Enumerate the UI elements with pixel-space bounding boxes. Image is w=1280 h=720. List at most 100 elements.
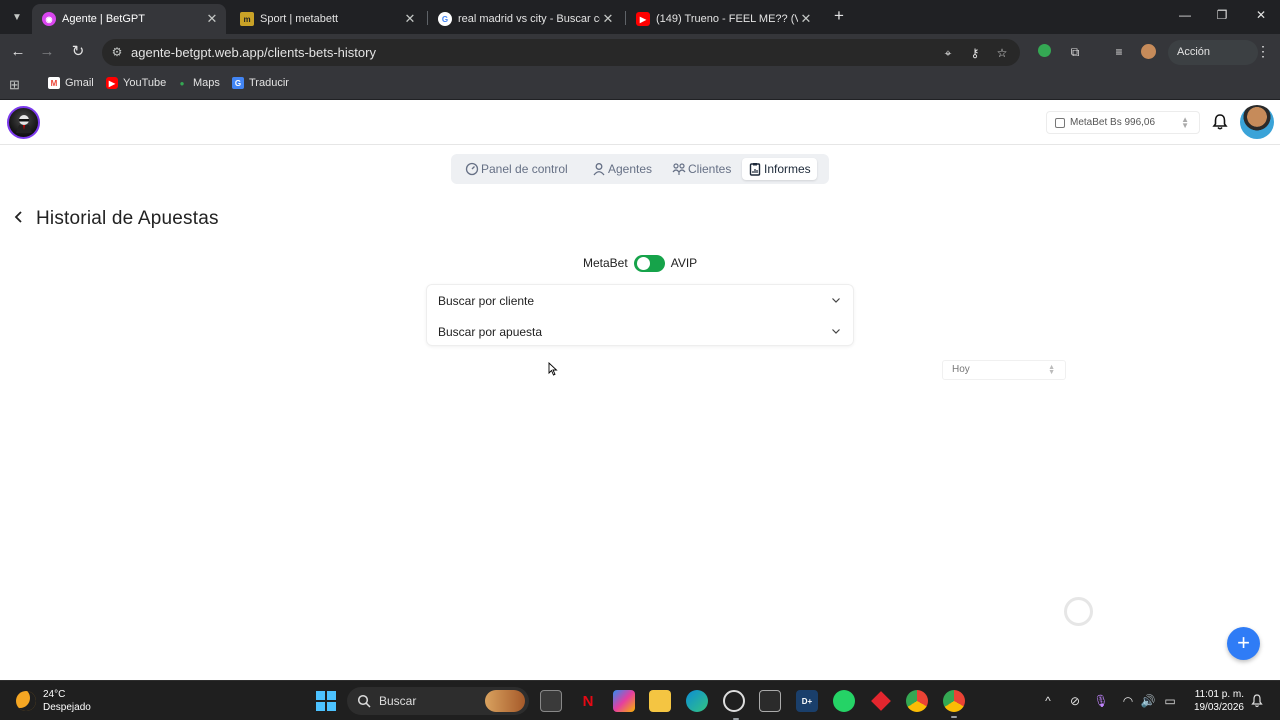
- toggle-right-label: AVIP: [670, 256, 698, 270]
- close-tab-icon[interactable]: ✕: [600, 11, 616, 27]
- youtube-favicon-icon: ▶: [636, 12, 650, 26]
- new-tab-plus-icon[interactable]: +: [830, 7, 848, 25]
- weather-widget[interactable]: 24°C Despejado: [16, 688, 91, 714]
- agent-logo-icon: [15, 114, 32, 133]
- nav-item-clientes[interactable]: Clientes: [666, 158, 737, 180]
- tab-agente-betgpt[interactable]: ◉ Agente | BetGPT ✕: [32, 4, 226, 34]
- bookmark-youtube[interactable]: ▶ YouTube: [106, 77, 166, 89]
- nav-item-agentes[interactable]: Agentes: [586, 158, 658, 180]
- toggle-knob: [636, 256, 650, 270]
- edge-browser-icon[interactable]: [686, 690, 708, 712]
- back-chevron-icon[interactable]: [12, 210, 26, 229]
- tab-search-chevron-icon[interactable]: ▼: [6, 6, 28, 28]
- address-bar[interactable]: ⚙ agente-betgpt.web.app/clients-bets-his…: [102, 39, 1020, 66]
- disney-plus-icon[interactable]: D+: [796, 690, 818, 712]
- betgpt-favicon-icon: ◉: [42, 12, 56, 26]
- nav-item-label: Agentes: [608, 162, 653, 176]
- microsoft-store-icon[interactable]: [759, 690, 781, 712]
- filter-by-bet-accordion[interactable]: Buscar por apuesta: [427, 316, 853, 347]
- task-view-icon[interactable]: [540, 690, 562, 712]
- apps-grid-icon[interactable]: ⊞: [9, 77, 20, 93]
- select-arrows-icon: ▲ ▼: [1048, 364, 1055, 376]
- red-diamond-app-icon[interactable]: [870, 690, 892, 712]
- location-pin-icon[interactable]: ⌖: [940, 45, 956, 61]
- minimize-window-icon[interactable]: —: [1175, 8, 1195, 22]
- netflix-icon[interactable]: N: [577, 690, 599, 712]
- password-key-icon[interactable]: ⚷: [967, 45, 983, 61]
- tab-title: (149) Trueno - FEEL ME?? (Vide: [656, 13, 798, 25]
- taskbar-search[interactable]: Buscar: [347, 687, 529, 715]
- date-range-select[interactable]: Hoy ▲ ▼: [942, 360, 1066, 380]
- bookmark-label: Traducir: [249, 77, 289, 89]
- settings-gear-icon[interactable]: [723, 690, 745, 720]
- bookmark-star-icon[interactable]: ☆: [994, 45, 1010, 61]
- tab-title: real madrid vs city - Buscar con: [458, 13, 600, 25]
- windows-taskbar: 24°C Despejado Buscar N D+ ^ ⊘ 🎙 ◠ 🔊 ▭ 1…: [0, 680, 1280, 720]
- app-viewport: MetaBet Bs 996,06 ▲ ▼ Panel de control Ag…: [0, 100, 1280, 680]
- close-tab-icon[interactable]: ✕: [204, 11, 220, 27]
- action-required-button[interactable]: Acción necesaria: [1168, 40, 1258, 83]
- tab-google-search[interactable]: G real madrid vs city - Buscar con ✕: [428, 4, 622, 34]
- google-favicon-icon: G: [438, 12, 452, 26]
- file-explorer-icon[interactable]: [649, 690, 671, 712]
- wallet-icon: [1055, 117, 1065, 128]
- tab-sport-metabett[interactable]: m Sport | metabett ✕: [230, 4, 424, 34]
- close-window-icon[interactable]: ✕: [1251, 8, 1271, 22]
- windows-start-icon[interactable]: [316, 691, 336, 711]
- copilot-icon[interactable]: [613, 690, 635, 712]
- tab-youtube-video[interactable]: ▶ (149) Trueno - FEEL ME?? (Vide ✕: [626, 4, 820, 34]
- show-hidden-icons-chevron-icon[interactable]: ^: [1040, 693, 1056, 709]
- network-off-icon[interactable]: ⊘: [1067, 693, 1083, 709]
- bookmark-maps[interactable]: ● Maps: [176, 77, 220, 89]
- extension-green-icon[interactable]: [1036, 44, 1052, 60]
- tab-title: Sport | metabett: [260, 13, 339, 25]
- whatsapp-icon[interactable]: [833, 690, 855, 712]
- notification-bell-icon[interactable]: [1211, 113, 1229, 131]
- microphone-icon[interactable]: 🎙: [1093, 693, 1109, 709]
- metabett-favicon-icon: m: [240, 12, 254, 26]
- platform-toggle-switch[interactable]: [633, 254, 665, 272]
- nav-item-label: Informes: [764, 162, 811, 176]
- notifications-bell-icon[interactable]: [1251, 694, 1263, 708]
- search-highlight-image: [485, 690, 525, 712]
- nav-item-label: Clientes: [688, 162, 732, 176]
- mouse-cursor-icon: [548, 362, 558, 376]
- betgpt-logo[interactable]: [7, 106, 40, 139]
- volume-icon[interactable]: 🔊: [1140, 693, 1156, 709]
- nav-item-label: Panel de control: [481, 162, 568, 176]
- close-tab-icon[interactable]: ✕: [402, 11, 418, 27]
- chrome-profile-icon[interactable]: [943, 690, 965, 718]
- dashboard-gauge-icon: [465, 162, 479, 176]
- translate-icon: G: [232, 77, 244, 89]
- app-header: MetaBet Bs 996,06 ▲ ▼: [0, 100, 1280, 145]
- battery-icon[interactable]: ▭: [1162, 693, 1178, 709]
- bookmark-traducir[interactable]: G Traducir: [232, 77, 289, 89]
- wallet-balance-selector[interactable]: MetaBet Bs 996,06 ▲ ▼: [1046, 111, 1200, 134]
- system-clock[interactable]: 11:01 p. m. 19/03/2026: [1190, 688, 1244, 714]
- site-info-tune-icon[interactable]: ⚙: [110, 45, 124, 59]
- filter-by-client-accordion[interactable]: Buscar por cliente: [427, 285, 853, 316]
- maximize-window-icon[interactable]: ❐: [1212, 8, 1232, 22]
- wifi-icon[interactable]: ◠: [1120, 693, 1136, 709]
- bookmark-gmail[interactable]: M Gmail: [48, 77, 94, 89]
- add-floating-button[interactable]: +: [1227, 627, 1260, 660]
- profile-avatar-icon[interactable]: [1140, 44, 1156, 60]
- user-avatar[interactable]: [1240, 105, 1274, 139]
- chrome-menu-kebab-icon[interactable]: ⋮: [1256, 43, 1270, 60]
- clock-date: 19/03/2026: [1193, 702, 1244, 713]
- nav-item-informes[interactable]: Informes: [742, 158, 817, 180]
- date-range-value: Hoy: [952, 364, 970, 375]
- chrome-icon[interactable]: [906, 690, 928, 712]
- extensions-puzzle-icon[interactable]: ⧉: [1067, 44, 1083, 60]
- close-tab-icon[interactable]: ✕: [798, 11, 814, 27]
- media-queue-icon[interactable]: ≡: [1111, 44, 1127, 60]
- nav-item-panel-de-control[interactable]: Panel de control: [459, 158, 574, 180]
- search-placeholder: Buscar: [379, 694, 417, 708]
- reload-icon[interactable]: ↻: [69, 43, 87, 61]
- page-title: Historial de Apuestas: [36, 208, 219, 229]
- back-arrow-icon[interactable]: ←: [9, 43, 27, 61]
- gmail-icon: M: [48, 77, 60, 89]
- main-navigation: Panel de control Agentes Clientes Inform…: [451, 154, 829, 184]
- url-text[interactable]: agente-betgpt.web.app/clients-bets-histo…: [131, 45, 376, 60]
- forward-arrow-icon[interactable]: →: [38, 43, 56, 61]
